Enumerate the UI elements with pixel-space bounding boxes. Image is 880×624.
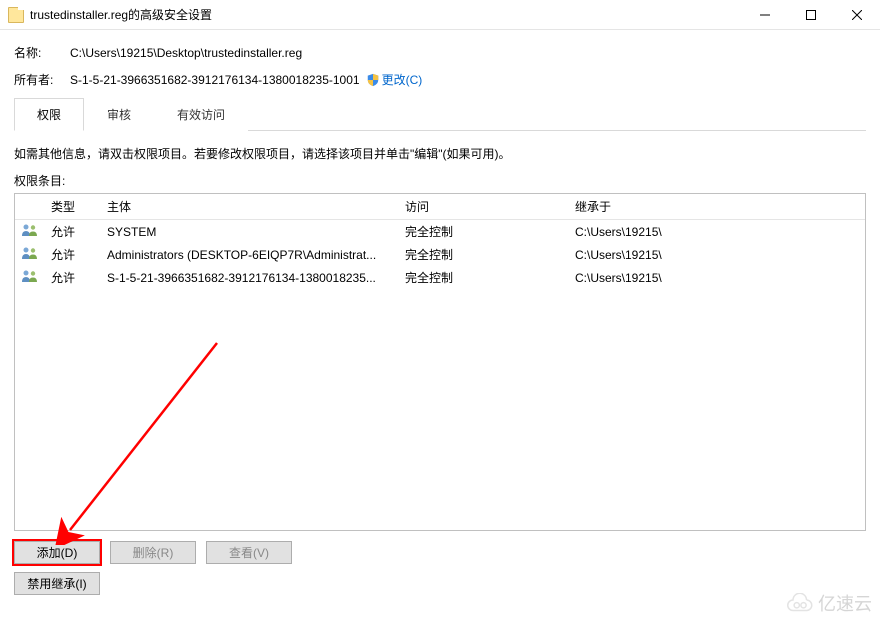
- cell-principal: S-1-5-21-3966351682-3912176134-138001823…: [101, 266, 399, 289]
- cloud-icon: [784, 593, 814, 613]
- instruction-text: 如需其他信息，请双击权限项目。若要修改权限项目，请选择该项目并单击"编辑"(如果…: [14, 145, 866, 162]
- watermark-text: 亿速云: [818, 590, 872, 616]
- cell-type: 允许: [45, 220, 101, 244]
- col-header-principal[interactable]: 主体: [101, 194, 399, 220]
- folder-icon: [8, 7, 24, 23]
- cell-access: 完全控制: [399, 220, 569, 244]
- cell-type: 允许: [45, 266, 101, 289]
- titlebar: trustedinstaller.reg的高级安全设置: [0, 0, 880, 30]
- tab-effective-access[interactable]: 有效访问: [154, 98, 248, 131]
- entries-label: 权限条目:: [14, 172, 866, 189]
- view-button[interactable]: 查看(V): [206, 541, 292, 564]
- change-owner-text: 更改(C): [382, 71, 423, 88]
- owner-value: S-1-5-21-3966351682-3912176134-138001823…: [70, 73, 360, 87]
- button-row: 添加(D) 删除(R) 查看(V): [14, 541, 866, 564]
- tab-permissions[interactable]: 权限: [14, 98, 84, 131]
- name-label: 名称:: [14, 44, 70, 61]
- button-row-2: 禁用继承(I): [14, 572, 866, 595]
- col-header-type[interactable]: 类型: [45, 194, 101, 220]
- disable-inheritance-button[interactable]: 禁用继承(I): [14, 572, 100, 595]
- remove-button[interactable]: 删除(R): [110, 541, 196, 564]
- cell-inherited: C:\Users\19215\: [569, 266, 865, 289]
- table-row[interactable]: 允许Administrators (DESKTOP-6EIQP7R\Admini…: [15, 243, 865, 266]
- cell-access: 完全控制: [399, 243, 569, 266]
- window-controls: [742, 0, 880, 30]
- owner-label: 所有者:: [14, 71, 70, 88]
- cell-access: 完全控制: [399, 266, 569, 289]
- window-title: trustedinstaller.reg的高级安全设置: [30, 6, 742, 23]
- maximize-button[interactable]: [788, 0, 834, 30]
- watermark: 亿速云: [784, 590, 872, 616]
- table-row[interactable]: 允许SYSTEM完全控制C:\Users\19215\: [15, 220, 865, 244]
- minimize-button[interactable]: [742, 0, 788, 30]
- add-button[interactable]: 添加(D): [14, 541, 100, 564]
- change-owner-link[interactable]: 更改(C): [366, 71, 423, 88]
- cell-principal: Administrators (DESKTOP-6EIQP7R\Administ…: [101, 243, 399, 266]
- name-row: 名称: C:\Users\19215\Desktop\trustedinstal…: [14, 44, 866, 61]
- col-header-icon[interactable]: [15, 194, 45, 220]
- cell-inherited: C:\Users\19215\: [569, 220, 865, 244]
- close-button[interactable]: [834, 0, 880, 30]
- users-icon: [21, 269, 39, 283]
- permissions-table-container: 类型 主体 访问 继承于 允许SYSTEM完全控制C:\Users\19215\…: [14, 193, 866, 531]
- owner-row: 所有者: S-1-5-21-3966351682-3912176134-1380…: [14, 71, 866, 88]
- col-header-inherited[interactable]: 继承于: [569, 194, 865, 220]
- shield-icon: [366, 73, 380, 87]
- table-row[interactable]: 允许S-1-5-21-3966351682-3912176134-1380018…: [15, 266, 865, 289]
- cell-principal: SYSTEM: [101, 220, 399, 244]
- tab-audit[interactable]: 审核: [84, 98, 154, 131]
- permissions-table[interactable]: 类型 主体 访问 继承于 允许SYSTEM完全控制C:\Users\19215\…: [15, 194, 865, 289]
- content-area: 名称: C:\Users\19215\Desktop\trustedinstal…: [0, 30, 880, 607]
- tabs: 权限 审核 有效访问: [14, 98, 866, 131]
- users-icon: [21, 246, 39, 260]
- name-value: C:\Users\19215\Desktop\trustedinstaller.…: [70, 46, 302, 60]
- cell-inherited: C:\Users\19215\: [569, 243, 865, 266]
- col-header-access[interactable]: 访问: [399, 194, 569, 220]
- users-icon: [21, 223, 39, 237]
- cell-type: 允许: [45, 243, 101, 266]
